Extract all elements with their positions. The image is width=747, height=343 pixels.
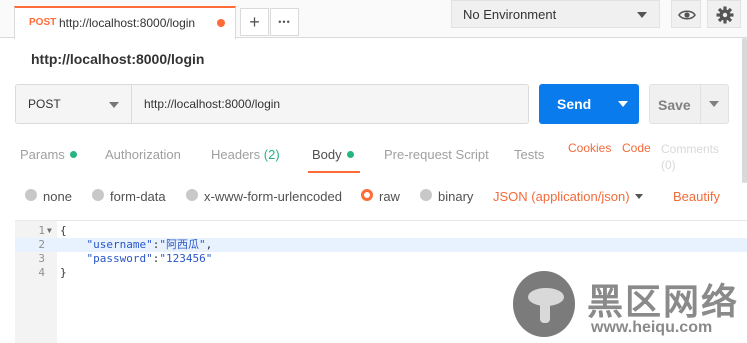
body-type-binary[interactable]: binary bbox=[438, 189, 473, 204]
cookies-link[interactable]: Cookies bbox=[568, 141, 611, 155]
code-link[interactable]: Code bbox=[622, 141, 651, 155]
tab-headers[interactable]: Headers (2) bbox=[211, 147, 280, 162]
radio-urlencoded[interactable] bbox=[186, 189, 198, 201]
save-divider bbox=[700, 85, 701, 123]
tab-strip: POST http://localhost:8000/login + ••• N… bbox=[0, 0, 747, 39]
watermark: 黑区网络 www.heiqu.com bbox=[513, 271, 747, 343]
code-line: 3 "password":"123456" bbox=[15, 252, 747, 266]
tab-url: http://localhost:8000/login bbox=[59, 16, 196, 30]
comments-label: Comments bbox=[661, 142, 720, 156]
line-number: 1 bbox=[38, 224, 45, 237]
request-title: http://localhost:8000/login bbox=[31, 51, 205, 67]
code-line: 1 ▼ { bbox=[15, 224, 747, 238]
json-key: "username" bbox=[86, 238, 153, 251]
body-type-form-data[interactable]: form-data bbox=[110, 189, 166, 204]
gear-icon bbox=[716, 6, 734, 24]
save-label: Save bbox=[658, 97, 691, 113]
manage-environments-button[interactable] bbox=[707, 0, 741, 28]
body-type-none[interactable]: none bbox=[43, 189, 72, 204]
comments-count: (0) bbox=[661, 158, 676, 172]
tab-body[interactable]: Body bbox=[312, 147, 354, 162]
beautify-link[interactable]: Beautify bbox=[673, 189, 720, 204]
tab-pre-request-script[interactable]: Pre-request Script bbox=[384, 147, 489, 162]
radio-form-data[interactable] bbox=[92, 189, 104, 201]
chevron-down-icon bbox=[109, 102, 119, 108]
url-input[interactable]: http://localhost:8000/login bbox=[144, 97, 280, 111]
tab-authorization[interactable]: Authorization bbox=[105, 147, 181, 162]
eye-icon bbox=[678, 10, 696, 20]
tab-params[interactable]: Params bbox=[20, 147, 77, 162]
method-select[interactable]: POST bbox=[16, 85, 132, 123]
radio-binary[interactable] bbox=[420, 189, 432, 201]
tab-authorization-label: Authorization bbox=[105, 147, 181, 162]
more-icon: ••• bbox=[278, 17, 291, 27]
environment-label: No Environment bbox=[463, 7, 557, 22]
headers-count-badge: (2) bbox=[263, 147, 280, 162]
tab-body-label: Body bbox=[312, 147, 342, 162]
content-type-select[interactable]: JSON (application/json) bbox=[493, 189, 630, 204]
body-type-urlencoded[interactable]: x-www-form-urlencoded bbox=[204, 189, 342, 204]
status-dot-icon bbox=[346, 151, 354, 159]
radio-raw[interactable] bbox=[361, 189, 373, 201]
watermark-title: 黑区网络 bbox=[587, 281, 740, 322]
fold-arrow-icon[interactable]: ▼ bbox=[47, 224, 52, 238]
new-tab-button[interactable]: + bbox=[240, 8, 269, 36]
code-line: 2 "username":"阿西瓜", bbox=[15, 238, 747, 252]
code-text: { bbox=[60, 224, 67, 237]
comments-link[interactable]: Comments (0) bbox=[661, 141, 719, 173]
watermark-logo-icon bbox=[513, 271, 575, 337]
send-label: Send bbox=[557, 96, 592, 112]
environment-quick-look-button[interactable] bbox=[671, 0, 701, 28]
unsaved-dot-icon bbox=[217, 19, 225, 27]
line-number: 2 bbox=[38, 238, 45, 251]
radio-none[interactable] bbox=[25, 189, 37, 201]
tab-pre-request-label: Pre-request Script bbox=[384, 147, 489, 162]
json-value: "阿西瓜" bbox=[159, 238, 206, 251]
save-button[interactable]: Save bbox=[649, 84, 729, 124]
code-text: } bbox=[60, 266, 67, 279]
body-type-raw[interactable]: raw bbox=[379, 189, 400, 204]
url-bar: POST http://localhost:8000/login bbox=[15, 84, 529, 124]
active-tab-indicator bbox=[308, 171, 360, 173]
line-number: 4 bbox=[38, 266, 45, 279]
json-key: "password" bbox=[86, 252, 153, 265]
send-divider bbox=[607, 84, 608, 124]
tab-options-button[interactable]: ••• bbox=[270, 8, 299, 36]
tab-tests-label: Tests bbox=[514, 147, 545, 162]
tab-method: POST bbox=[29, 17, 57, 28]
save-options-chevron-icon[interactable] bbox=[709, 101, 719, 107]
environment-select[interactable]: No Environment bbox=[451, 0, 660, 28]
json-value: "123456" bbox=[159, 252, 213, 265]
tab-headers-label: Headers bbox=[211, 147, 261, 162]
method-label: POST bbox=[28, 97, 61, 111]
json-comma: , bbox=[205, 238, 213, 251]
tab-tests[interactable]: Tests bbox=[514, 147, 544, 162]
chevron-down-icon bbox=[637, 12, 647, 18]
tab-params-label: Params bbox=[20, 147, 65, 162]
send-button[interactable]: Send bbox=[539, 84, 639, 124]
send-options-chevron-icon[interactable] bbox=[618, 101, 628, 107]
status-dot-icon bbox=[69, 151, 77, 159]
scrollbar[interactable] bbox=[742, 38, 747, 183]
request-tab[interactable]: POST http://localhost:8000/login bbox=[14, 6, 236, 39]
watermark-url: www.heiqu.com bbox=[591, 319, 713, 336]
line-number: 3 bbox=[38, 252, 45, 265]
chevron-down-icon[interactable] bbox=[635, 194, 643, 199]
plus-icon: + bbox=[249, 12, 260, 32]
